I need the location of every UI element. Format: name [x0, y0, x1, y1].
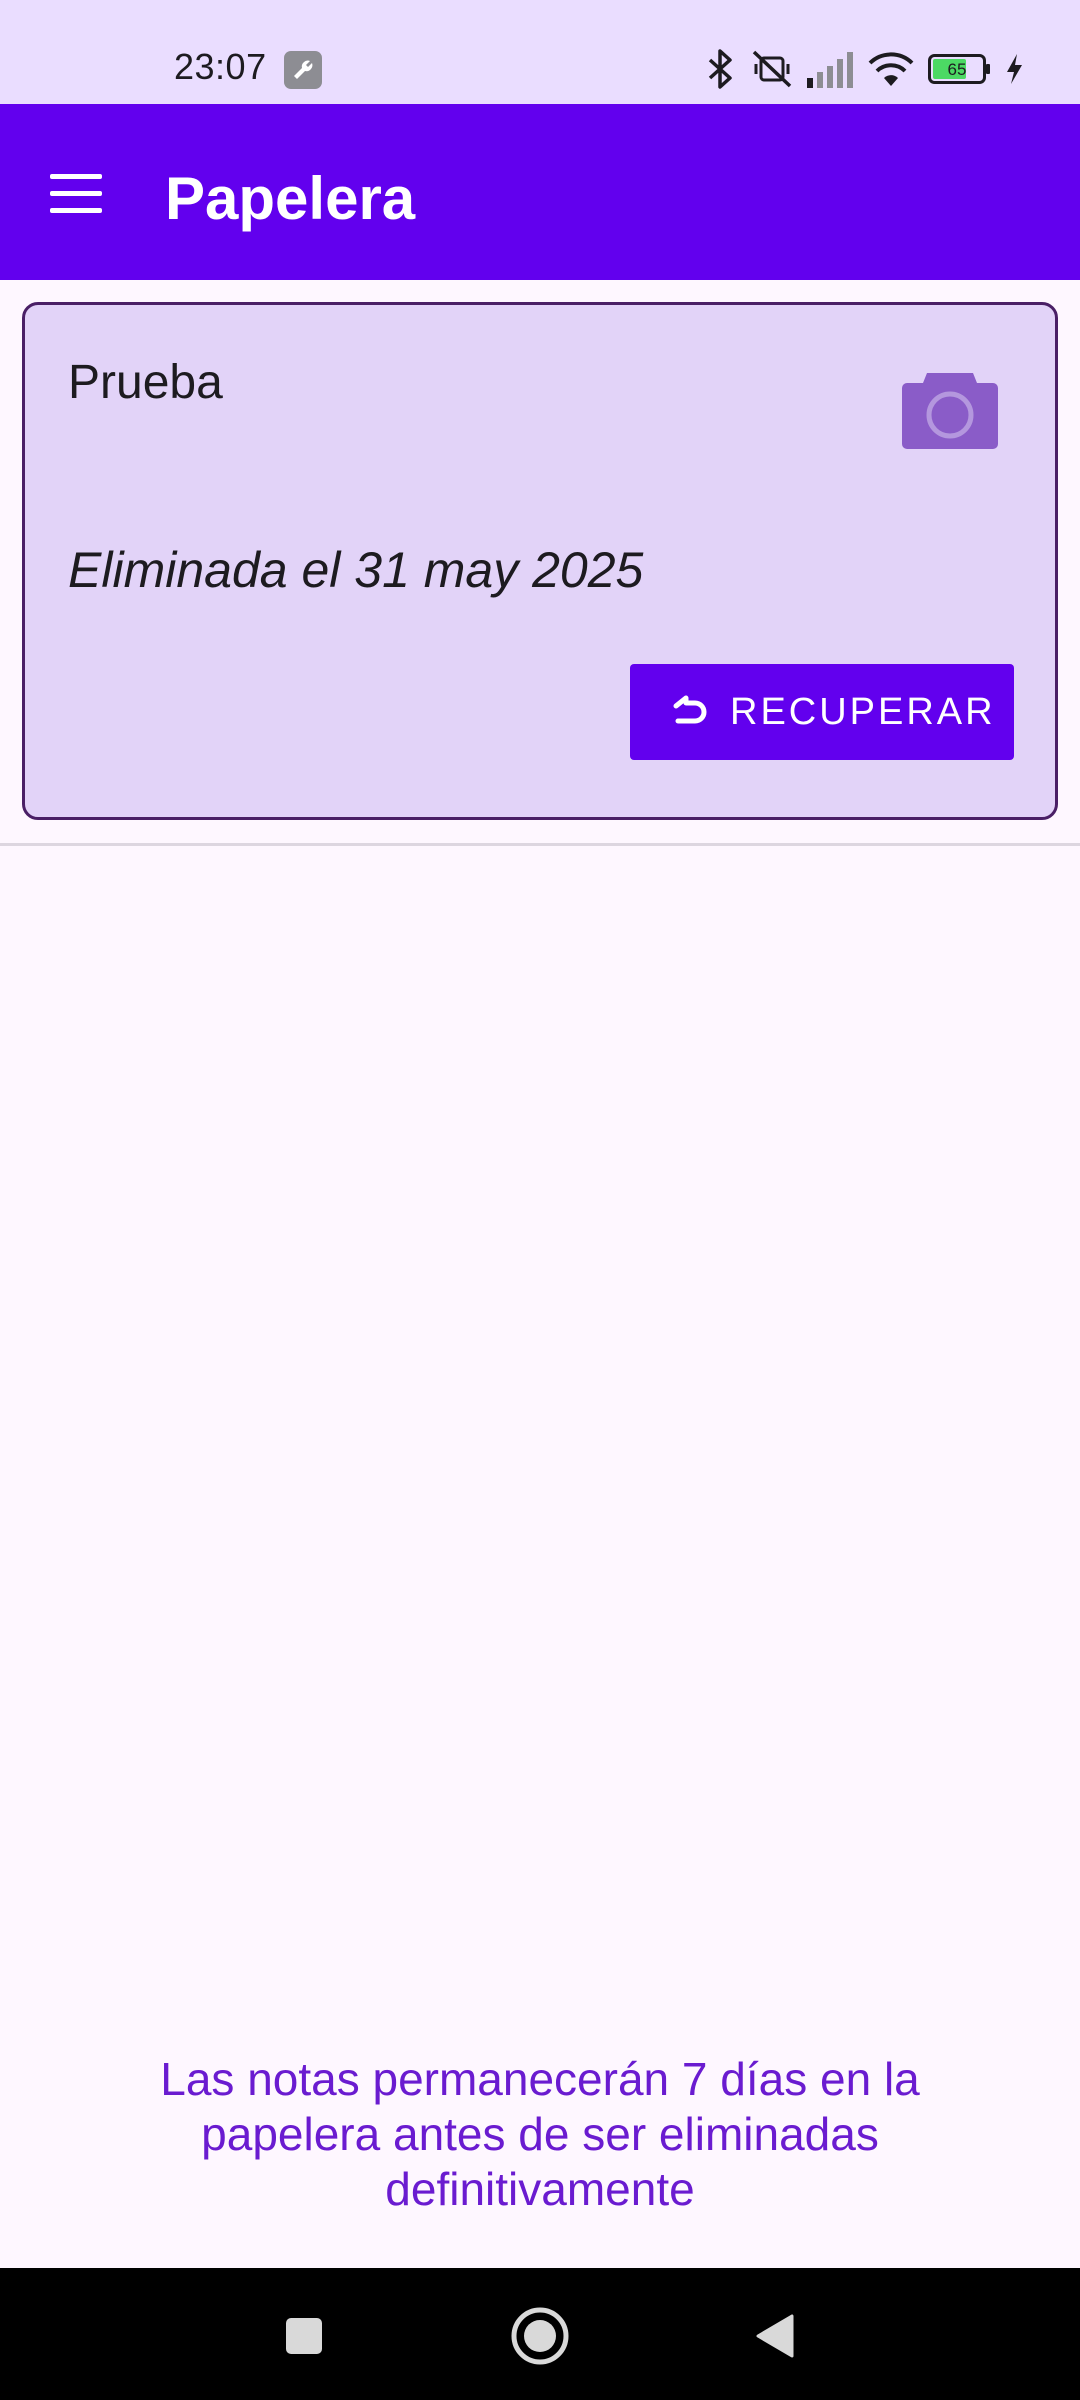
battery-icon: 65	[928, 54, 990, 84]
menu-icon[interactable]	[50, 174, 102, 214]
charging-icon	[1007, 54, 1022, 84]
page-title: Papelera	[165, 165, 416, 232]
recover-button-label: RECUPERAR	[730, 690, 996, 733]
status-time: 23:07	[174, 46, 267, 87]
home-button[interactable]	[510, 2306, 570, 2366]
status-bar: 23:07 65	[0, 0, 1080, 104]
back-button[interactable]	[754, 2312, 796, 2360]
wrench-icon	[284, 51, 322, 89]
deleted-note-card[interactable]: Prueba Eliminada el 31 may 2025 RECUPERA…	[22, 302, 1058, 820]
camera-icon	[902, 373, 998, 449]
battery-level: 65	[948, 60, 967, 79]
undo-icon	[673, 695, 707, 724]
signal-icon	[807, 52, 853, 88]
mute-icon	[752, 50, 792, 88]
bluetooth-icon	[708, 49, 732, 89]
wifi-icon	[868, 52, 914, 86]
deleted-date: Eliminada el 31 may 2025	[68, 542, 644, 598]
note-title: Prueba	[68, 356, 223, 409]
navigation-bar	[0, 2268, 1080, 2400]
app-bar: Papelera	[0, 104, 1080, 280]
recover-button[interactable]: RECUPERAR	[630, 664, 1014, 760]
retention-message: Las notas permanecerán 7 días en la pape…	[160, 2053, 920, 2215]
recents-button[interactable]	[284, 2316, 324, 2356]
divider	[0, 843, 1080, 846]
